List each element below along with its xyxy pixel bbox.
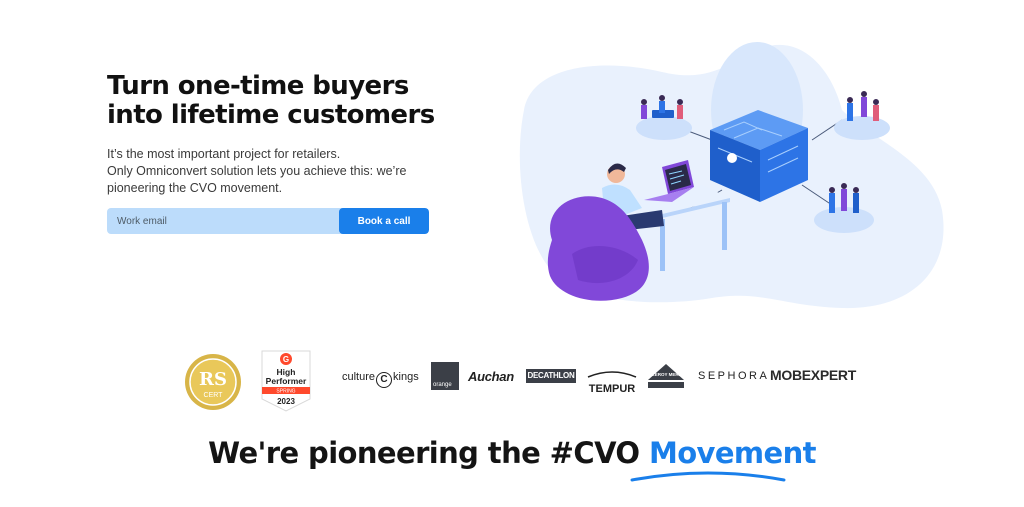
g2-year: 2023 [277, 397, 295, 406]
hero-subtitle-line3: pioneering the CVO movement. [107, 181, 283, 195]
hero-subtitle-line1: It’s the most important project for reta… [107, 147, 341, 161]
hero-illustration [519, 42, 944, 309]
signup-form: Book a call [107, 208, 429, 234]
hero-title-line1: Turn one-time buyers [107, 71, 409, 101]
rs-cert-badge: RS CERT [185, 354, 241, 410]
orange-logo: orange [431, 362, 459, 390]
leroy-merlin-text: LEROY MERLIN [652, 372, 686, 377]
logo-strip: RS CERT G High Performer SPRING 2023 cul… [180, 345, 880, 415]
cvo-movement-heading: We're pioneering the #CVO Movement [0, 436, 1024, 470]
work-email-input[interactable] [107, 208, 339, 234]
g2-season: SPRING [276, 389, 295, 395]
people-group-bottom [829, 183, 859, 213]
decathlon-logo: DECATHLON [526, 369, 576, 383]
hero-subtitle-line2: Only Omniconvert solution lets you achie… [107, 164, 407, 178]
g2-high-performer-badge: G High Performer SPRING 2023 [261, 350, 311, 412]
g2-line2: Performer [266, 376, 307, 386]
culture-kings-word-a: culture [342, 371, 376, 383]
culture-kings-c: C [376, 372, 393, 388]
rs-badge-mark: RS [199, 369, 227, 390]
hero-title: Turn one-time buyers into lifetime custo… [107, 72, 447, 130]
tempur-logo: TEMPUR [586, 365, 638, 395]
tempur-logo-text: TEMPUR [588, 383, 636, 395]
team-platform-left [636, 116, 692, 140]
orange-logo-text: orange [433, 382, 452, 388]
rs-badge-sub: CERT [204, 392, 224, 399]
team-platform-right [834, 116, 890, 140]
sephora-logo: SEPHORA [698, 370, 770, 382]
g2-logo: G [283, 355, 289, 364]
mobexpert-logo: MOBEXPERT [770, 367, 856, 383]
cvo-heading-accent: Movement [648, 436, 817, 470]
culture-kings-word-b: kings [393, 371, 419, 383]
auchan-logo: Auchan [468, 369, 514, 384]
movement-underline [630, 471, 786, 482]
people-group-right [847, 91, 879, 121]
decathlon-logo-text: DECATHLON [527, 371, 575, 380]
culture-kings-logo: culture Ckings [342, 371, 419, 388]
hero-title-line2: into lifetime customers [107, 100, 435, 130]
tempur-arc-icon [587, 371, 637, 378]
cvo-heading-prefix: We're pioneering the #CVO [208, 436, 649, 470]
book-a-call-button[interactable]: Book a call [339, 208, 429, 234]
hero-subtitle: It’s the most important project for reta… [107, 146, 427, 197]
leroy-merlin-logo: LEROY MERLIN [646, 362, 686, 390]
